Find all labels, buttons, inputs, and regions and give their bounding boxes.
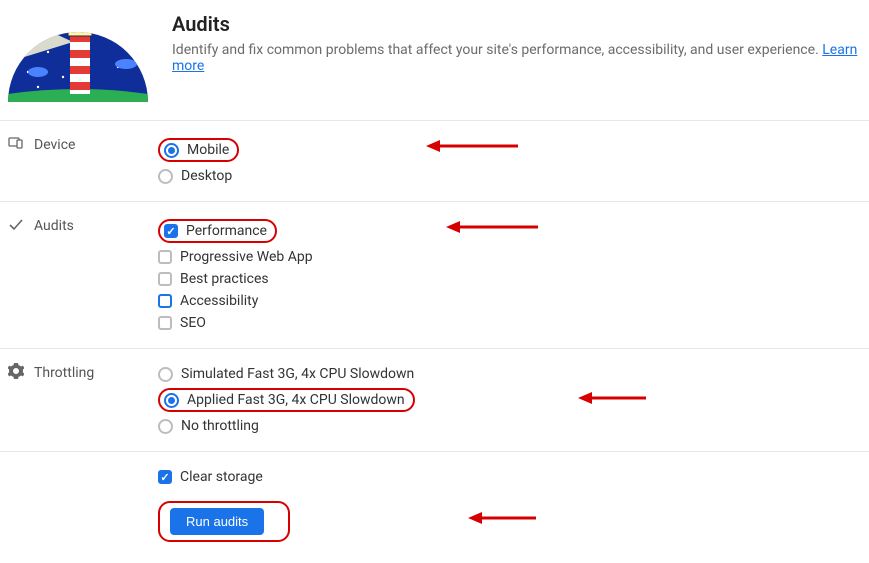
checkbox-clear-storage-label[interactable]: Clear storage — [180, 469, 263, 485]
callout-performance: Performance — [158, 219, 277, 243]
checkbox-accessibility[interactable] — [158, 294, 172, 308]
page-title: Audits — [172, 12, 861, 36]
radio-simulated[interactable] — [158, 367, 173, 382]
checkbox-pwa-label[interactable]: Progressive Web App — [180, 249, 313, 265]
checkmark-icon — [8, 216, 24, 236]
checkbox-accessibility-label[interactable]: Accessibility — [180, 293, 258, 309]
checkbox-performance[interactable] — [164, 224, 178, 238]
radio-no-throttling[interactable] — [158, 419, 173, 434]
radio-simulated-label[interactable]: Simulated Fast 3G, 4x CPU Slowdown — [181, 366, 414, 382]
checkbox-seo[interactable] — [158, 316, 172, 330]
checkbox-seo-label[interactable]: SEO — [180, 315, 206, 331]
checkbox-pwa[interactable] — [158, 250, 172, 264]
audits-header: Audits Identify and fix common problems … — [0, 0, 869, 120]
callout-run-audits: Run audits — [158, 501, 290, 542]
devices-icon — [8, 135, 24, 155]
checkbox-clear-storage[interactable] — [158, 470, 172, 484]
section-throttling: Throttling Simulated Fast 3G, 4x CPU Slo… — [0, 348, 869, 451]
annotation-arrow-icon — [578, 390, 646, 406]
checkbox-performance-label[interactable]: Performance — [186, 223, 267, 239]
radio-desktop-label[interactable]: Desktop — [181, 168, 232, 184]
radio-desktop[interactable] — [158, 169, 173, 184]
audits-label: Audits — [34, 218, 74, 234]
callout-applied: Applied Fast 3G, 4x CPU Slowdown — [158, 388, 415, 412]
checkbox-best-practices[interactable] — [158, 272, 172, 286]
gear-icon — [8, 363, 24, 383]
radio-applied[interactable] — [164, 393, 179, 408]
throttling-label: Throttling — [34, 365, 94, 381]
device-label: Device — [34, 137, 75, 153]
callout-mobile: Mobile — [158, 138, 239, 162]
section-audits: Audits Performance Progressive Web App B… — [0, 201, 869, 348]
section-footer: Clear storage Run audits — [0, 451, 869, 559]
radio-mobile-label[interactable]: Mobile — [187, 142, 229, 158]
run-audits-button[interactable]: Run audits — [170, 508, 264, 535]
radio-applied-label[interactable]: Applied Fast 3G, 4x CPU Slowdown — [187, 392, 405, 408]
radio-mobile[interactable] — [164, 143, 179, 158]
radio-no-throttling-label[interactable]: No throttling — [181, 418, 259, 434]
annotation-arrow-icon — [468, 510, 536, 526]
checkbox-best-practices-label[interactable]: Best practices — [180, 271, 269, 287]
lighthouse-illustration — [8, 12, 148, 102]
annotation-arrow-icon — [446, 219, 538, 235]
annotation-arrow-icon — [426, 138, 518, 154]
page-description: Identify and fix common problems that af… — [172, 42, 861, 74]
section-device: Device Mobile Desktop — [0, 120, 869, 201]
